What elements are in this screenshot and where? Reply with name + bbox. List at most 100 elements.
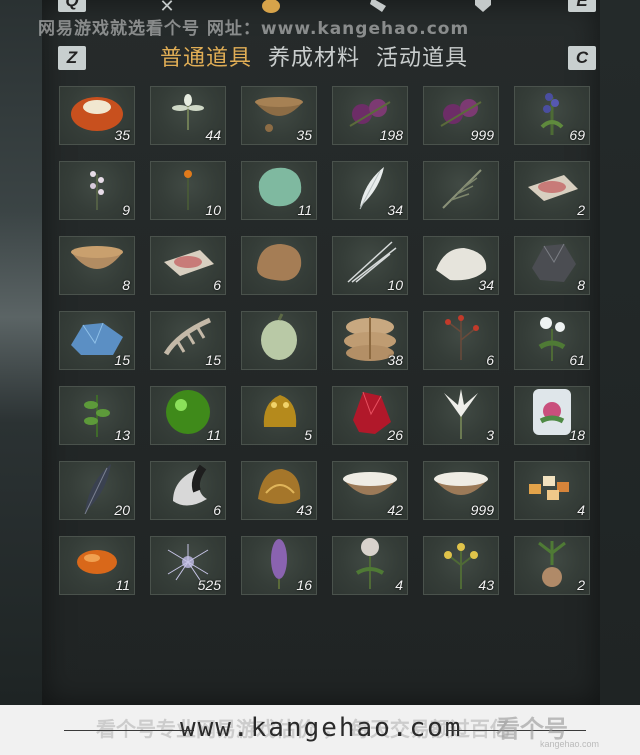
inventory-slot[interactable]: 11: [241, 161, 317, 220]
item-count: 15: [205, 352, 221, 368]
inventory-slot[interactable]: 10: [150, 161, 226, 220]
inventory-slot[interactable]: 198: [332, 86, 408, 145]
inventory-slot[interactable]: [241, 311, 317, 370]
inventory-slot[interactable]: 44: [150, 86, 226, 145]
item-count: 8: [577, 277, 585, 293]
item-count: 35: [296, 127, 312, 143]
tab-growth-materials[interactable]: 养成材料: [268, 40, 360, 72]
inventory-slot[interactable]: 5: [241, 386, 317, 445]
inventory-slot[interactable]: 43: [241, 461, 317, 520]
key-hint-z[interactable]: Z: [58, 46, 86, 70]
item-count: 61: [569, 352, 585, 368]
item-count: 2: [577, 577, 585, 593]
item-count: 9: [122, 202, 130, 218]
inventory-slot[interactable]: 11: [150, 386, 226, 445]
key-hint-c[interactable]: C: [568, 46, 596, 70]
inventory-slot[interactable]: 15: [59, 311, 135, 370]
iron-ore-icon: [524, 238, 580, 290]
inventory-slot[interactable]: 34: [332, 161, 408, 220]
key-hint-q[interactable]: Q: [58, 0, 86, 12]
inventory-slot[interactable]: 9: [59, 161, 135, 220]
item-count: 198: [379, 127, 403, 143]
black-feather-icon: [77, 460, 117, 518]
inventory-slot[interactable]: 3: [423, 386, 499, 445]
inventory-slot[interactable]: 6: [150, 461, 226, 520]
inventory-slot[interactable]: 6: [150, 236, 226, 295]
inventory-slot[interactable]: 8: [514, 236, 590, 295]
inventory-slot[interactable]: 4: [514, 461, 590, 520]
item-count: 10: [205, 202, 221, 218]
inventory-slot[interactable]: 8: [59, 236, 135, 295]
item-count: 26: [387, 427, 403, 443]
inventory-slot[interactable]: 15: [150, 311, 226, 370]
inventory-slot[interactable]: 2: [514, 536, 590, 595]
item-count: 4: [577, 502, 585, 518]
item-count: 999: [470, 127, 494, 143]
item-grid: 35 44 35 198 999 69 9 10 11 34 2 8 6 10 34 8 15 15 38 6 61 13…: [59, 86, 590, 595]
item-count: 10: [387, 277, 403, 293]
brand-domain: kangehao.com: [540, 739, 600, 749]
item-count: 20: [114, 502, 130, 518]
item-count: 2: [577, 202, 585, 218]
key-hint-e[interactable]: E: [568, 0, 596, 12]
item-count: 999: [470, 502, 494, 518]
item-count: 16: [296, 577, 312, 593]
gourd-icon: [256, 312, 302, 366]
item-count: 34: [387, 202, 403, 218]
inventory-slot[interactable]: 43: [423, 536, 499, 595]
item-count: 34: [478, 277, 494, 293]
item-count: 44: [205, 127, 221, 143]
item-count: 15: [114, 352, 130, 368]
background-scenery-right: [600, 0, 640, 705]
inventory-slot[interactable]: 4: [332, 536, 408, 595]
inventory-slot[interactable]: 10: [332, 236, 408, 295]
orange-flower-icon: [173, 164, 203, 214]
shield-icon[interactable]: [470, 0, 496, 18]
inventory-slot[interactable]: 20: [59, 461, 135, 520]
raw-meat-icon: [524, 167, 580, 211]
inventory-slot[interactable]: 69: [514, 86, 590, 145]
item-count: 69: [569, 127, 585, 143]
grass-sprig-icon: [435, 164, 487, 214]
item-count: 6: [213, 502, 221, 518]
item-count: 3: [486, 427, 494, 443]
item-count: 8: [122, 277, 130, 293]
item-count: 43: [478, 577, 494, 593]
inventory-slot[interactable]: 34: [423, 236, 499, 295]
tab-event-items[interactable]: 活动道具: [376, 40, 468, 72]
item-count: 18: [569, 427, 585, 443]
inventory-slot[interactable]: 999: [423, 461, 499, 520]
inventory-slot[interactable]: 18: [514, 386, 590, 445]
white-chrysanthemum-icon: [345, 535, 395, 593]
inventory-slot[interactable]: 525: [150, 536, 226, 595]
inventory-slot[interactable]: 61: [514, 311, 590, 370]
inventory-slot[interactable]: 999: [423, 86, 499, 145]
small-white-flower-icon: [77, 164, 117, 214]
item-category-tabs: 普通道具 养成材料 活动道具: [160, 40, 468, 72]
inventory-slot[interactable]: [423, 161, 499, 220]
footer-url[interactable]: www.kangehao.com: [180, 713, 460, 743]
item-count: 525: [197, 577, 221, 593]
inventory-slot[interactable]: 35: [59, 86, 135, 145]
tab-common-items[interactable]: 普通道具: [160, 40, 252, 72]
inventory-slot[interactable]: 13: [59, 386, 135, 445]
inventory-slot[interactable]: [241, 236, 317, 295]
inventory-slot[interactable]: 16: [241, 536, 317, 595]
inventory-slot[interactable]: 35: [241, 86, 317, 145]
inventory-slot[interactable]: 11: [59, 536, 135, 595]
root-plant-icon: [527, 535, 577, 593]
inventory-slot[interactable]: 6: [423, 311, 499, 370]
inventory-slot[interactable]: 26: [332, 386, 408, 445]
inventory-slot[interactable]: 2: [514, 161, 590, 220]
background-scenery-left: [0, 0, 42, 705]
inventory-slot[interactable]: 42: [332, 461, 408, 520]
item-count: 11: [206, 427, 221, 443]
item-count: 43: [296, 502, 312, 518]
gold-toad-icon: [254, 387, 304, 441]
item-count: 35: [114, 127, 130, 143]
fox-tail-icon: [163, 461, 213, 517]
item-count: 6: [486, 352, 494, 368]
lily-icon: [436, 385, 486, 443]
watermark-top: 网易游戏就选看个号 网址：www.kangehao.com: [38, 19, 470, 39]
inventory-slot[interactable]: 38: [332, 311, 408, 370]
